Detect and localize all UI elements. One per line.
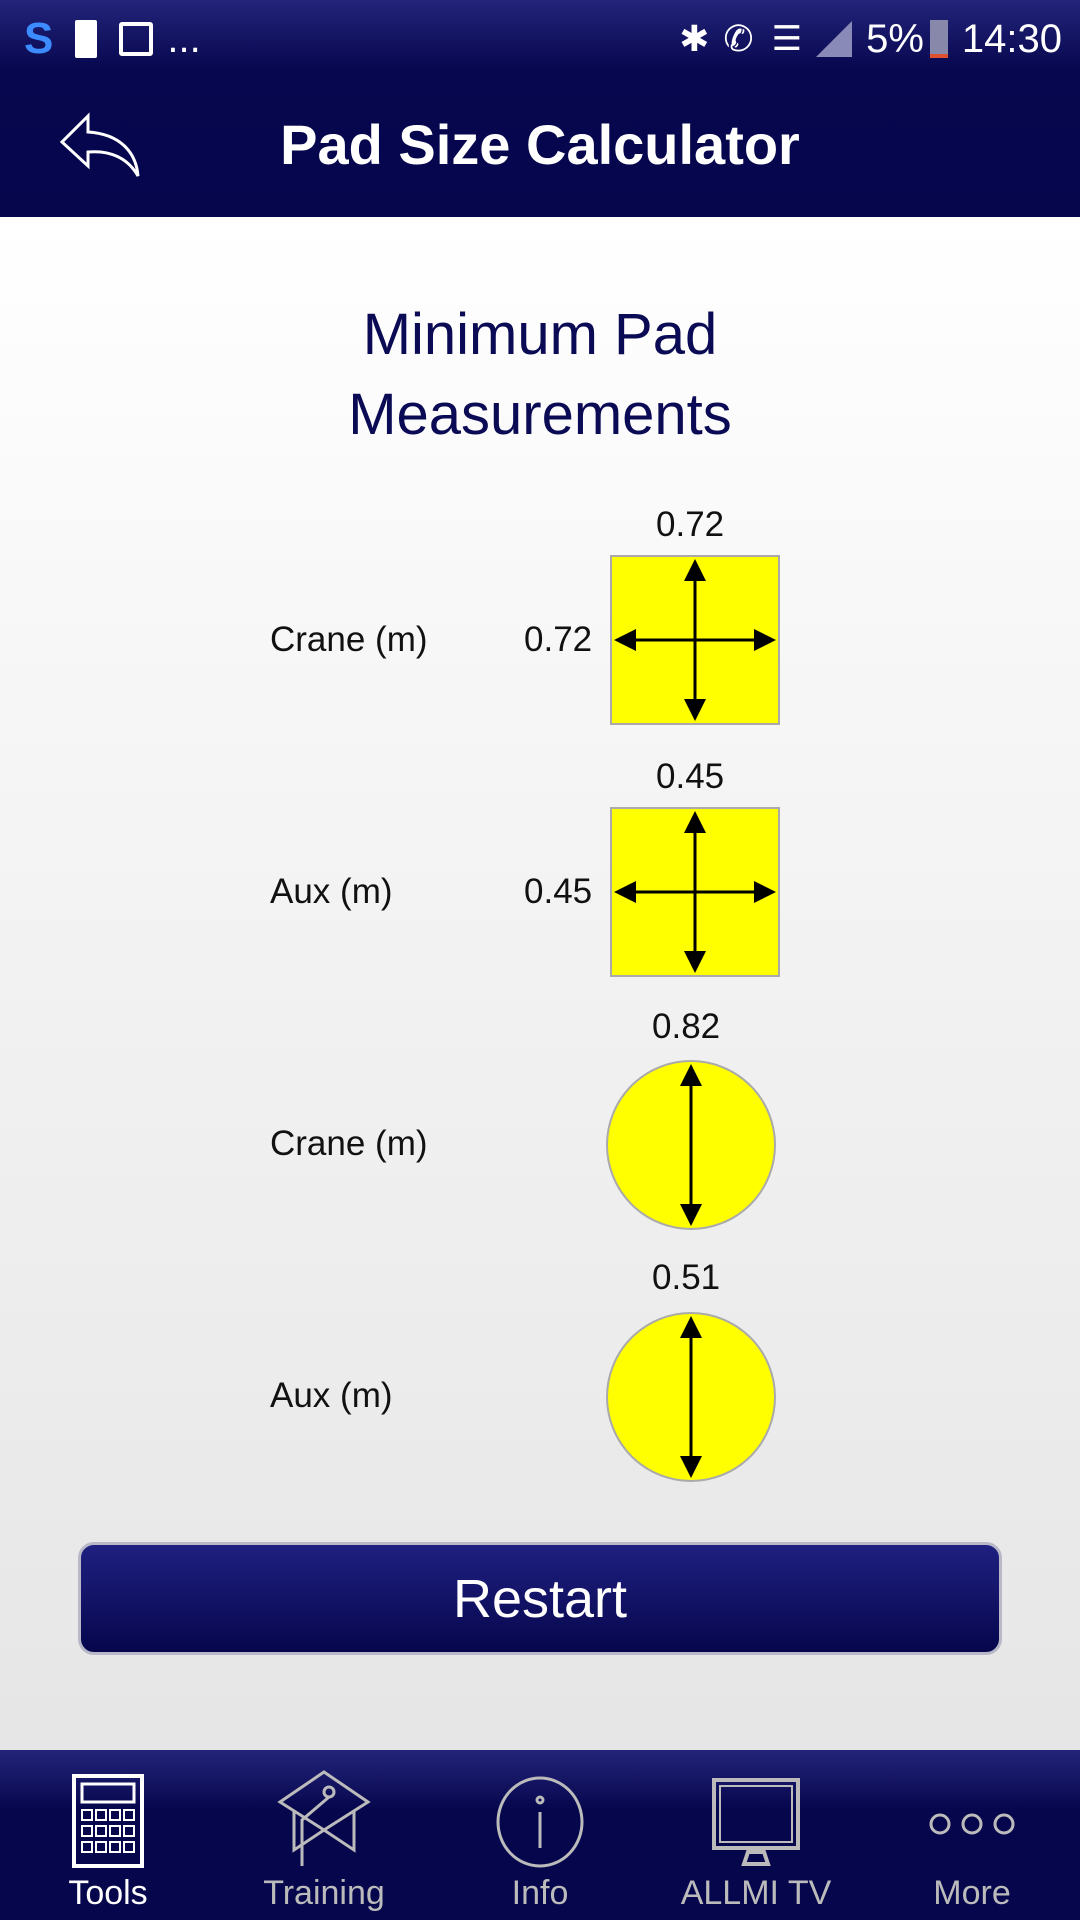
pad-width-value: 0.45 xyxy=(656,757,725,796)
row-label: Aux (m) xyxy=(270,1376,393,1415)
info-icon xyxy=(496,1776,584,1868)
signal-icon xyxy=(816,21,853,57)
status-icons-left: S ... xyxy=(24,14,201,64)
calculator-icon xyxy=(72,1774,144,1868)
status-icons-right: ✱ ✆ ☰ 5% 14:30 xyxy=(679,14,1062,64)
monitor-icon xyxy=(712,1778,800,1866)
more-dots-icon xyxy=(929,1813,1015,1835)
nav-allmi-tv[interactable]: ALLMI TV xyxy=(648,1750,864,1920)
row-label: Crane (m) xyxy=(270,1124,428,1163)
pad-diameter-value: 0.51 xyxy=(652,1258,721,1297)
image-icon xyxy=(119,22,154,56)
nav-label: Tools xyxy=(68,1874,148,1912)
nav-training[interactable]: Training xyxy=(216,1750,432,1920)
battery-percent: 5% xyxy=(866,16,924,61)
graduation-cap-icon xyxy=(277,1770,371,1866)
clock: 14:30 xyxy=(961,16,1062,61)
wifi-icon: ☰ xyxy=(771,20,803,58)
nav-label: ALLMI TV xyxy=(680,1874,832,1912)
dimension-arrows-icon xyxy=(614,559,776,721)
row-label: Aux (m) xyxy=(270,872,393,911)
s-app-icon: S xyxy=(24,14,54,63)
app-header: S ... ✱ ✆ ☰ 5% 14:30 Pad Size Calculator xyxy=(0,0,1080,217)
section-heading: Minimum Pad Measurements xyxy=(0,295,1080,455)
restart-button[interactable]: Restart xyxy=(78,1542,1002,1655)
pad-width-value: 0.72 xyxy=(656,505,725,544)
battery-alert-icon xyxy=(75,20,98,58)
pad-length-value: 0.45 xyxy=(524,872,593,911)
circle-pad-aux xyxy=(606,1312,776,1482)
nav-label: Info xyxy=(511,1874,569,1912)
heading-line-1: Minimum Pad xyxy=(362,302,718,367)
row-label: Crane (m) xyxy=(270,620,428,659)
circle-pad-crane xyxy=(606,1060,776,1230)
square-pad-aux xyxy=(610,807,780,977)
dimension-arrows-icon xyxy=(614,811,776,973)
overflow-notifications: ... xyxy=(167,16,201,61)
pad-length-value: 0.72 xyxy=(524,620,593,659)
page-title: Pad Size Calculator xyxy=(280,113,800,176)
battery-icon xyxy=(929,20,948,58)
nav-label: Training xyxy=(263,1874,385,1912)
nav-tools[interactable]: Tools xyxy=(0,1750,216,1920)
nav-info[interactable]: Info xyxy=(432,1750,648,1920)
wifi-call-icon: ✆ xyxy=(723,18,754,59)
heading-line-2: Measurements xyxy=(348,382,732,447)
diameter-arrow-icon xyxy=(680,1064,702,1226)
pad-diameter-value: 0.82 xyxy=(652,1007,721,1046)
nav-more[interactable]: More xyxy=(864,1750,1080,1920)
diameter-arrow-icon xyxy=(680,1316,702,1478)
bottom-nav: Tools Training Info ALLMI TV More xyxy=(0,1750,1080,1920)
nav-label: More xyxy=(933,1874,1011,1912)
bluetooth-icon: ✱ xyxy=(679,18,710,59)
square-pad-crane xyxy=(610,555,780,725)
